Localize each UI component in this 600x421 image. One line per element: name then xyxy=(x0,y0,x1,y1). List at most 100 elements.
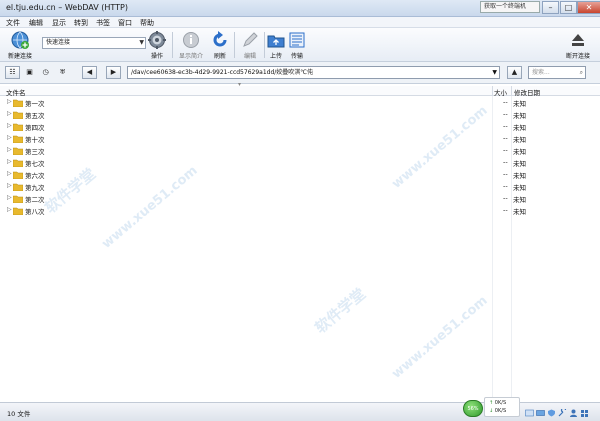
back-button[interactable]: ◀ xyxy=(82,66,97,79)
file-modified: 未知 xyxy=(513,208,526,216)
file-modified: 未知 xyxy=(513,160,526,168)
folder-icon xyxy=(13,195,23,203)
quick-connect-select[interactable]: 快速连接 ▼ xyxy=(42,37,146,49)
file-modified: 未知 xyxy=(513,112,526,120)
expand-triangle-icon[interactable]: ▷ xyxy=(7,194,12,201)
folder-icon xyxy=(13,147,23,155)
upload-arrow-icon: ↑ xyxy=(489,400,494,406)
minimize-button[interactable]: – xyxy=(542,1,559,14)
folder-icon xyxy=(13,135,23,143)
shield-icon[interactable] xyxy=(547,409,556,417)
folder-icon xyxy=(13,171,23,179)
keyboard-icon[interactable] xyxy=(536,409,545,417)
column-divider[interactable] xyxy=(492,86,493,96)
folder-icon xyxy=(13,207,23,215)
mail-icon[interactable] xyxy=(525,409,534,417)
upload-speed: 0K/S xyxy=(494,400,507,406)
toolbar-separator xyxy=(264,32,265,58)
close-button[interactable]: ✕ xyxy=(577,1,600,14)
expand-triangle-icon[interactable]: ▷ xyxy=(7,122,12,129)
file-size: -- xyxy=(503,122,508,130)
expand-triangle-icon[interactable]: ▷ xyxy=(7,134,12,141)
refresh-icon xyxy=(213,31,227,47)
expand-triangle-icon[interactable]: ▷ xyxy=(7,146,12,153)
table-row[interactable]: ▷ 第一次 -- 未知 xyxy=(0,97,600,109)
transfers-button[interactable]: 传输 xyxy=(287,30,307,60)
edit-button[interactable]: 编辑 xyxy=(237,30,263,60)
search-input[interactable]: 搜索... ⌕ xyxy=(528,66,586,79)
disconnect-button[interactable]: 断开连接 xyxy=(562,30,594,60)
new-connection-button[interactable]: 新建连接 xyxy=(4,30,36,60)
action-label: 操作 xyxy=(150,53,163,60)
outline-view-button[interactable]: ☷ xyxy=(5,66,20,79)
menu-go[interactable]: 转到 xyxy=(74,18,88,28)
file-list: ▷ 第一次 -- 未知 ▷ 第五次 -- 未知 ▷ 第四次 -- 未知 ▷ 第十… xyxy=(0,97,600,397)
column-modified[interactable]: 修改日期 xyxy=(514,87,540,97)
file-size: -- xyxy=(503,98,508,106)
folder-icon xyxy=(13,159,23,167)
user-icon[interactable] xyxy=(569,409,578,417)
expand-triangle-icon[interactable]: ▷ xyxy=(7,110,12,117)
maximize-button[interactable]: □ xyxy=(560,1,577,14)
menu-edit[interactable]: 编辑 xyxy=(29,18,43,28)
expand-triangle-icon[interactable]: ▷ xyxy=(7,182,12,189)
column-divider[interactable] xyxy=(511,86,512,96)
eject-icon xyxy=(572,34,584,46)
column-size[interactable]: 大小 xyxy=(494,87,507,97)
navigation-bar: ☷ ▣ ◷ ♅ ◀ ▶ /dav/cee60638-ec3b-4d29-9921… xyxy=(0,62,600,84)
folder-icon xyxy=(13,183,23,191)
file-name: 第四次 xyxy=(25,124,45,132)
grid-icon[interactable] xyxy=(580,409,589,417)
search-placeholder: 搜索... xyxy=(532,69,550,76)
parent-folder-button[interactable]: ▲ xyxy=(507,66,522,79)
disconnect-label: 断开连接 xyxy=(565,53,590,60)
column-name[interactable]: 文件名 xyxy=(6,87,26,97)
table-row[interactable]: ▷ 第五次 -- 未知 xyxy=(0,109,600,121)
expand-triangle-icon[interactable]: ▷ xyxy=(7,206,12,213)
upload-folder-icon xyxy=(267,35,285,48)
table-row[interactable]: ▷ 第三次 -- 未知 xyxy=(0,145,600,157)
bonjour-icon[interactable]: ♅ xyxy=(55,66,70,79)
path-select[interactable]: /dav/cee60638-ec3b-4d29-9921-ccd57629a1d… xyxy=(127,66,500,79)
show-info-label: 显示简介 xyxy=(178,53,203,60)
path-value: /dav/cee60638-ec3b-4d29-9921-ccd57629a1d… xyxy=(131,69,314,76)
toolbar: 新建连接 快速连接 ▼ 操作 显示简介 刷新 编辑 上传 传输 断开连接 xyxy=(0,28,600,62)
menu-view[interactable]: 显示 xyxy=(52,18,66,28)
history-icon[interactable]: ◷ xyxy=(38,66,53,79)
file-name: 第三次 xyxy=(25,148,45,156)
toolbar-separator xyxy=(172,32,173,58)
download-arrow-icon: ↓ xyxy=(489,408,494,414)
file-modified: 未知 xyxy=(513,124,526,132)
menu-file[interactable]: 文件 xyxy=(6,18,20,28)
expand-triangle-icon[interactable]: ▷ xyxy=(7,158,12,165)
table-row[interactable]: ▷ 第十次 -- 未知 xyxy=(0,133,600,145)
expand-triangle-icon[interactable]: ▷ xyxy=(7,98,12,105)
menu-bookmarks[interactable]: 书签 xyxy=(96,18,110,28)
transfers-label: 传输 xyxy=(290,53,303,60)
expand-triangle-icon[interactable]: ▷ xyxy=(7,170,12,177)
file-modified: 未知 xyxy=(513,148,526,156)
save-icon[interactable]: ▣ xyxy=(22,66,37,79)
file-modified: 未知 xyxy=(513,100,526,108)
menu-window[interactable]: 窗口 xyxy=(118,18,132,28)
show-info-button[interactable]: 显示简介 xyxy=(176,30,206,60)
wrench-icon[interactable] xyxy=(558,409,567,417)
forward-button[interactable]: ▶ xyxy=(106,66,121,79)
status-count: 10 文件 xyxy=(7,410,31,418)
gear-icon xyxy=(148,31,166,49)
file-name: 第十次 xyxy=(25,136,45,144)
table-row[interactable]: ▷ 第八次 -- 未知 xyxy=(0,205,600,217)
upload-button[interactable]: 上传 xyxy=(266,30,286,60)
file-modified: 未知 xyxy=(513,136,526,144)
action-button[interactable]: 操作 xyxy=(147,30,167,60)
menu-help[interactable]: 帮助 xyxy=(140,18,154,28)
table-row[interactable]: ▷ 第二次 -- 未知 xyxy=(0,193,600,205)
table-row[interactable]: ▷ 第四次 -- 未知 xyxy=(0,121,600,133)
folder-icon xyxy=(13,99,23,107)
network-meter[interactable]: 56% xyxy=(463,400,483,417)
file-size: -- xyxy=(503,110,508,118)
refresh-button[interactable]: 刷新 xyxy=(209,30,231,60)
file-size: -- xyxy=(503,206,508,214)
ad-button[interactable]: 获取一个终端机 xyxy=(480,1,540,13)
edit-label: 编辑 xyxy=(243,53,256,60)
